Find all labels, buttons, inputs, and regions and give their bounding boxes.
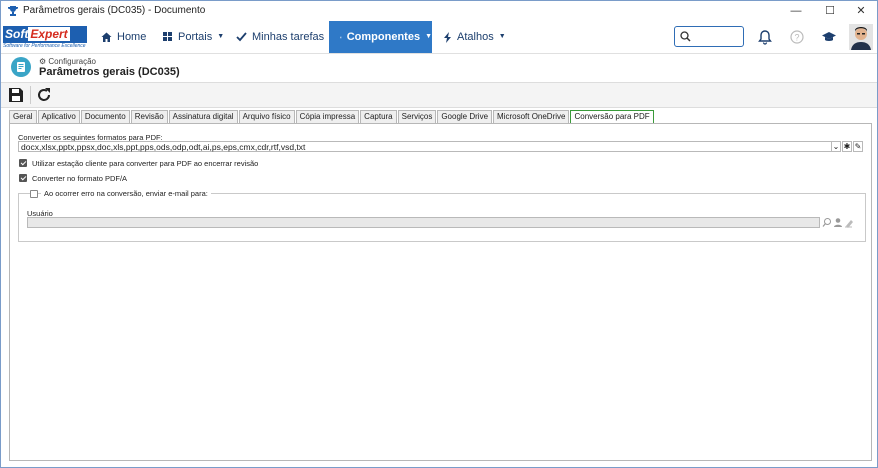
page-title: Parâmetros gerais (DC035): [39, 66, 180, 78]
email-on-error-label: Ao ocorrer erro na conversão, enviar e-m…: [41, 189, 211, 198]
document-settings-icon: [11, 57, 31, 77]
tab-conversao-para-pdf[interactable]: Conversão para PDF: [570, 110, 654, 124]
nav-minhas-tarefas-label: Minhas tarefas: [252, 31, 325, 43]
logo-soft: Soft: [5, 27, 29, 41]
trophy-icon: [340, 36, 342, 38]
tab-bar: Geral Aplicativo Documento Revisão Assin…: [9, 110, 655, 124]
bell-icon[interactable]: [757, 29, 773, 45]
pdfa-checkbox[interactable]: [19, 174, 27, 182]
minimize-button[interactable]: —: [779, 1, 813, 21]
tab-google-drive[interactable]: Google Drive: [437, 110, 493, 123]
tab-arquivo-fisico[interactable]: Arquivo físico: [238, 110, 295, 123]
pdfa-label: Converter no formato PDF/A: [32, 174, 128, 183]
use-client-station-label: Utilizar estação cliente para converter …: [32, 159, 259, 168]
toolbar-divider: [30, 86, 31, 104]
nav-home[interactable]: Home: [101, 21, 146, 53]
eraser-icon[interactable]: ✎: [853, 141, 863, 152]
tab-geral[interactable]: Geral: [9, 110, 37, 123]
search-icon[interactable]: [822, 217, 832, 228]
nav-home-label: Home: [117, 31, 147, 43]
user-icon[interactable]: [833, 217, 843, 228]
search-input[interactable]: [674, 26, 744, 47]
refresh-icon[interactable]: [36, 87, 52, 103]
trophy-icon: [8, 6, 18, 16]
home-icon: [101, 32, 112, 42]
app-window: Parâmetros gerais (DC035) - Documento — …: [0, 0, 878, 468]
breadcrumb-label: Configuração: [48, 57, 96, 66]
email-on-error-checkbox[interactable]: [30, 190, 38, 198]
nav-atalhos[interactable]: Atalhos ▼: [444, 21, 506, 53]
tab-revisao[interactable]: Revisão: [130, 110, 168, 123]
chevron-down-icon: ▼: [217, 33, 225, 40]
tab-servicos[interactable]: Serviços: [397, 110, 437, 123]
logo-tagline: Software for Performance Excellence: [3, 43, 86, 49]
title-bar: Parâmetros gerais (DC035) - Documento — …: [1, 1, 877, 21]
help-icon[interactable]: ?: [789, 29, 805, 45]
chevron-down-icon[interactable]: ⌄: [831, 141, 841, 152]
top-navbar: Soft Expert Software for Performance Exce…: [1, 21, 877, 54]
nav-portais-label: Portais: [178, 31, 213, 43]
softexpert-logo[interactable]: Soft Expert Software for Performance Exce…: [3, 26, 87, 50]
page-header: ⚙ Configuração Parâmetros gerais (DC035): [1, 54, 877, 82]
search-icon: [680, 31, 691, 42]
chevron-down-icon: ▼: [498, 33, 506, 40]
formats-field[interactable]: docx,xlsx,pptx,ppsx,doc,xls,ppt,pps,ods,…: [18, 141, 841, 152]
user-photo: [849, 24, 873, 50]
window-title: Parâmetros gerais (DC035) - Documento: [23, 5, 206, 16]
email-on-error-fieldset: Ao ocorrer erro na conversão, enviar e-m…: [18, 189, 866, 242]
tab-documento[interactable]: Documento: [80, 110, 130, 123]
avatar[interactable]: [849, 24, 873, 50]
asterisk-icon[interactable]: ✱: [842, 141, 852, 152]
nav-minhas-tarefas[interactable]: Minhas tarefas ▼: [236, 21, 336, 53]
graduation-cap-icon[interactable]: [821, 29, 837, 45]
tab-aplicativo[interactable]: Aplicativo: [37, 110, 80, 123]
nav-atalhos-label: Atalhos: [457, 31, 494, 43]
maximize-button[interactable]: ☐: [813, 1, 847, 21]
logo-expert: Expert: [28, 27, 70, 41]
breadcrumb: ⚙ Configuração: [39, 57, 96, 66]
save-icon[interactable]: [8, 87, 24, 103]
close-button[interactable]: ✕: [844, 1, 877, 21]
tab-panel-conversao-pdf: Converter os seguintes formatos para PDF…: [9, 123, 872, 461]
gear-icon: ⚙: [39, 57, 47, 66]
check-icon: [236, 32, 247, 42]
grid-icon: [163, 32, 172, 41]
bolt-icon: [444, 31, 451, 43]
nav-componentes[interactable]: Componentes ▼: [329, 21, 432, 53]
tab-assinatura-digital[interactable]: Assinatura digital: [168, 110, 238, 123]
tab-microsoft-onedrive[interactable]: Microsoft OneDrive: [493, 110, 570, 123]
nav-portais[interactable]: Portais ▼: [163, 21, 224, 53]
nav-componentes-label: Componentes: [346, 31, 421, 43]
svg-text:?: ?: [794, 33, 799, 43]
eraser-icon[interactable]: [844, 217, 854, 228]
chevron-down-icon: ▼: [425, 33, 432, 40]
tab-captura[interactable]: Captura: [360, 110, 397, 123]
toolbar: [1, 82, 877, 108]
use-client-station-checkbox[interactable]: [19, 159, 27, 167]
user-field[interactable]: [27, 217, 820, 228]
tab-copia-impressa[interactable]: Cópia impressa: [295, 110, 360, 123]
